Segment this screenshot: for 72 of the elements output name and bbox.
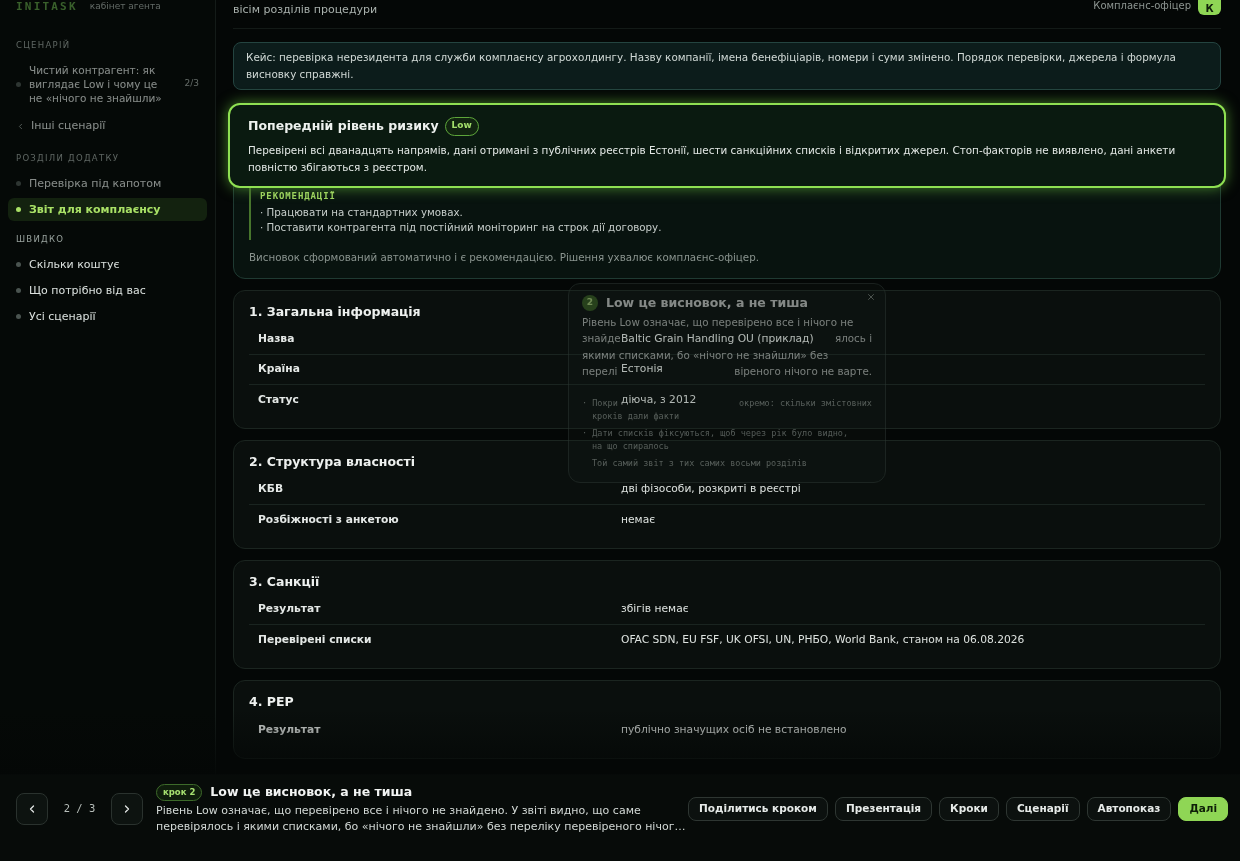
risk-level-badge: Low (444, 116, 479, 136)
sidebar-item[interactable]: Скільки коштує (8, 253, 207, 276)
tour-action-button[interactable]: Презентація (834, 797, 933, 821)
field-label: Країна (258, 361, 300, 378)
tooltip-text: на що спиралось (592, 439, 669, 453)
sidebar-section-label: ШВИДКО (16, 233, 66, 245)
brand-logo: INITASK (16, 0, 78, 15)
recommendations-label: РЕКОМЕНДАЦІЇ (260, 190, 337, 203)
field-label: Статус (258, 391, 299, 408)
tour-action-button[interactable]: Поділитись кроком (688, 797, 828, 821)
field-value: Baltic Grain Handling OU (приклад) (621, 331, 814, 348)
tour-action-button[interactable]: Сценарії (1005, 797, 1080, 821)
user-role: Комплаєнс-офіцер (1093, 0, 1191, 11)
tooltip-text: якими списками, бо «нічого не знайшли» без (582, 348, 829, 362)
field-value: OFAC SDN, EU FSF, UK OFSI, UN, РНБО, World Bank, станом на 06.08.2026 (621, 631, 1025, 648)
tour-action-button[interactable]: Кроки (939, 797, 999, 821)
chevron-left-icon (16, 121, 25, 131)
page-subtitle: вісім розділів процедури (233, 2, 378, 17)
sidebar-section-label: РОЗДІЛИ ДОДАТКУ (16, 152, 121, 164)
tooltip-text: · Покри (582, 396, 618, 410)
field-value: діюча, з 2012 (621, 391, 697, 408)
sidebar-item[interactable]: Усі сценарії (8, 305, 207, 328)
next-button[interactable] (111, 793, 143, 825)
field-label: Перевірені списки (258, 631, 372, 648)
step-counter: 2 / 3 (62, 801, 97, 817)
field-label: Назва (258, 331, 295, 348)
tooltip-text: перелі (582, 364, 618, 378)
tooltip-text: Рівень Low означає, що перевірено все і нічого не (582, 316, 854, 329)
previous-button[interactable] (16, 793, 48, 825)
tooltip-text: кроків дали факти (592, 409, 679, 423)
field-value: публічно значущих осіб не встановлено (621, 721, 847, 738)
back-link[interactable]: Інші сценарії (8, 115, 207, 137)
tooltip-text: знайде (582, 332, 621, 346)
close-icon[interactable] (866, 292, 876, 302)
field-label: Результат (258, 601, 321, 618)
section-title: 3. Санкції (249, 573, 320, 591)
section-title: 1. Загальна інформація (249, 303, 421, 321)
risk-summary: Перевірені всі дванадцять напрямів, дані отримані з публічних реєстрів Естонії, шести санкційних списків і відкритих джерел. Стоп-факторів не виявлено, дані анкети повністю збігаються з реєстром. (248, 143, 1177, 175)
sidebar-item[interactable]: Звіт для комплаєнсу (8, 198, 207, 221)
user-avatar[interactable]: К (1198, 0, 1221, 15)
step-title: Low це висновок, а не тиша (210, 783, 413, 802)
section-title: 2. Структура власності (249, 453, 415, 471)
tour-action-button[interactable]: Автопоказ (1086, 797, 1172, 821)
sidebar-item[interactable]: Перевірка під капотом (8, 172, 207, 195)
tooltip-text: · Дати списків фіксуються, щоб через рік було видно, (582, 426, 849, 440)
case-note: Кейс: перевірка нерезидента для служби комплаєнсу агрохолдингу. Назву компанії, імена бенефіціарів, номери і суми змінено. Порядок перевірки, джерела і формула висновку справжні. (233, 42, 1221, 90)
risk-footnote: Висновок сформований автоматично і є рекомендацією. Рішення ухвалює комплаєнс-офіцер. (248, 250, 760, 265)
risk-title: Попередній рівень ризику (248, 116, 439, 135)
tooltip-title: Low це висновок, а не тиша (606, 293, 808, 312)
scenario-link[interactable]: Чистий контрагент: як виглядає Low і чому це не «нічого не знайшли» (8, 63, 185, 105)
field-value: Естонія (621, 361, 663, 378)
section-title: 4. PEP (249, 693, 294, 711)
tooltip-text: ялось і (835, 332, 872, 346)
field-value: немає (621, 511, 656, 528)
tour-action-button[interactable]: Далі (1178, 797, 1229, 821)
sidebar-item[interactable]: Що потрібно від вас (8, 279, 207, 302)
tooltip-text: окремо: скільки змістовних (738, 396, 872, 410)
field-value: дві фізособи, розкриті в реєстрі (621, 481, 801, 498)
step-badge: крок 2 (156, 784, 203, 801)
step-description: Рівень Low означає, що перевірено все і нічого не знайдено. У звіті видно, що саме перевірялось і якими списками, бо «нічого не знайшли» без переліку перевіреного нічог… (156, 803, 687, 835)
tooltip-text: віреного нічого не варте. (734, 364, 872, 378)
field-label: Результат (258, 721, 321, 738)
recommendation-item: · Поставити контрагента під постійний моніторинг на строк дії договору. (260, 220, 663, 235)
tooltip-text: Той самий звіт з тих самих восьми розділів (592, 456, 807, 470)
brand-note: кабінет агента (89, 0, 161, 14)
step-count: 2/3 (184, 77, 199, 91)
step-number-badge: 2 (582, 295, 598, 311)
field-label: Розбіжності з анкетою (258, 511, 399, 528)
field-label: КБВ (258, 481, 284, 498)
field-value: збігів немає (621, 601, 689, 618)
sidebar-section-label: СЦЕНАРІЙ (16, 39, 72, 51)
recommendation-item: · Працювати на стандартних умовах. (260, 205, 464, 220)
